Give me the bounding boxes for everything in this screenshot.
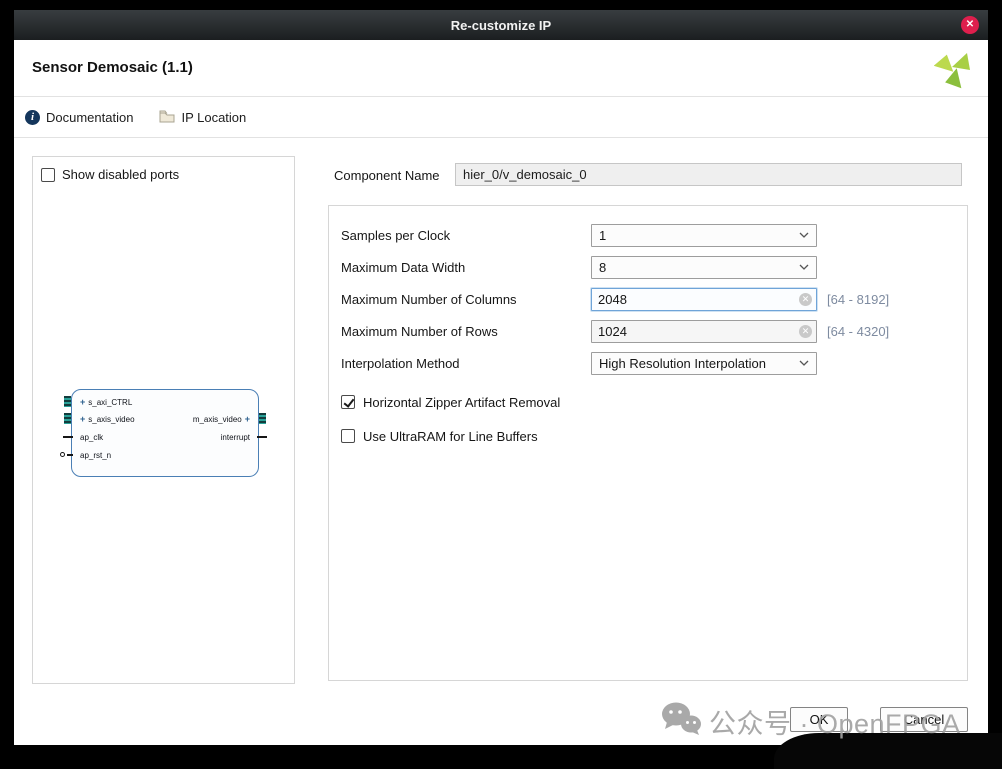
chevron-down-icon: [799, 264, 809, 270]
port-ap-rst-n[interactable]: ap_rst_n: [80, 449, 111, 461]
toolbar: i Documentation IP Location: [14, 97, 988, 138]
expand-plus-icon[interactable]: +: [80, 414, 85, 424]
component-name-label: Component Name: [334, 168, 440, 183]
zipper-removal-row: Horizontal Zipper Artifact Removal: [341, 391, 955, 413]
port-s-axi-ctrl[interactable]: + s_axi_CTRL: [80, 396, 132, 408]
port-ap-clk[interactable]: ap_clk: [80, 431, 103, 443]
interface-pin-icon: [64, 413, 71, 424]
max-rows-row: Maximum Number of Rows ✕ [64 - 4320]: [341, 315, 955, 347]
component-name-field[interactable]: hier_0/v_demosaic_0: [455, 163, 962, 186]
titlebar[interactable]: Re-customize IP ✕: [14, 10, 988, 40]
bottom-shadow: [774, 733, 1002, 769]
expand-plus-icon[interactable]: +: [245, 414, 250, 424]
port-interrupt[interactable]: interrupt: [221, 431, 250, 443]
ip-location-button[interactable]: IP Location: [159, 109, 246, 126]
port-label: s_axi_CTRL: [88, 398, 132, 407]
max-rows-input-wrap: ✕: [591, 320, 817, 343]
interpolation-row: Interpolation Method High Resolution Int…: [341, 347, 955, 379]
samples-per-clock-label: Samples per Clock: [341, 228, 591, 243]
settings-panel: Samples per Clock 1 Maximum Data Width 8…: [328, 205, 968, 681]
close-icon[interactable]: ✕: [961, 16, 979, 34]
max-data-width-row: Maximum Data Width 8: [341, 251, 955, 283]
max-columns-label: Maximum Number of Columns: [341, 292, 591, 307]
clear-icon[interactable]: ✕: [799, 293, 812, 306]
port-label: s_axis_video: [88, 415, 134, 424]
documentation-button[interactable]: i Documentation: [25, 110, 133, 125]
max-data-width-select[interactable]: 8: [591, 256, 817, 279]
ultraram-checkbox[interactable]: [341, 429, 355, 443]
max-rows-input[interactable]: [591, 320, 817, 343]
pin-icon: [257, 436, 267, 438]
active-low-dot-icon: [60, 452, 65, 457]
zipper-removal-checkbox[interactable]: [341, 395, 355, 409]
port-s-axis-video[interactable]: + s_axis_video: [80, 413, 135, 425]
pin-icon: [63, 436, 73, 438]
recustomize-ip-dialog: Re-customize IP ✕ Sensor Demosaic (1.1) …: [14, 10, 988, 745]
ultraram-row: Use UltraRAM for Line Buffers: [341, 425, 955, 447]
folder-icon: [159, 109, 175, 126]
cancel-button[interactable]: Cancel: [880, 707, 968, 732]
clear-icon[interactable]: ✕: [799, 325, 812, 338]
max-columns-row: Maximum Number of Columns ✕ [64 - 8192]: [341, 283, 955, 315]
samples-per-clock-row: Samples per Clock 1: [341, 219, 955, 251]
expand-plus-icon[interactable]: +: [80, 397, 85, 407]
ok-button[interactable]: OK: [790, 707, 848, 732]
window-title: Re-customize IP: [451, 18, 551, 33]
ip-block-diagram[interactable]: + s_axi_CTRL + s_axis_video ap_clk ap_rs…: [71, 389, 259, 477]
interface-pin-icon: [259, 413, 266, 424]
ip-title: Sensor Demosaic (1.1): [32, 59, 193, 76]
show-disabled-ports-checkbox[interactable]: [41, 168, 55, 182]
port-label: interrupt: [221, 433, 250, 442]
selected-value: 1: [599, 228, 606, 243]
port-m-axis-video[interactable]: m_axis_video +: [193, 413, 250, 425]
show-disabled-ports-row: Show disabled ports: [33, 157, 294, 182]
info-icon: i: [25, 110, 40, 125]
port-label: m_axis_video: [193, 415, 242, 424]
documentation-label: Documentation: [46, 110, 133, 125]
selected-value: 8: [599, 260, 606, 275]
max-rows-label: Maximum Number of Rows: [341, 324, 591, 339]
vendor-logo-icon: [934, 49, 972, 89]
interpolation-select[interactable]: High Resolution Interpolation: [591, 352, 817, 375]
max-rows-range: [64 - 4320]: [827, 324, 889, 339]
port-label: ap_clk: [80, 433, 103, 442]
ultraram-label: Use UltraRAM for Line Buffers: [363, 429, 538, 444]
pin-icon: [67, 454, 73, 456]
max-columns-input-wrap: ✕: [591, 288, 817, 311]
ip-location-label: IP Location: [181, 110, 246, 125]
port-label: ap_rst_n: [80, 451, 111, 460]
max-data-width-label: Maximum Data Width: [341, 260, 591, 275]
chevron-down-icon: [799, 360, 809, 366]
interpolation-label: Interpolation Method: [341, 356, 591, 371]
show-disabled-ports-label: Show disabled ports: [62, 167, 179, 182]
max-columns-input[interactable]: [591, 288, 817, 311]
max-columns-range: [64 - 8192]: [827, 292, 889, 307]
block-diagram-panel: Show disabled ports + s_axi_CTRL + s_axi…: [32, 156, 295, 684]
zipper-removal-label: Horizontal Zipper Artifact Removal: [363, 395, 560, 410]
chevron-down-icon: [799, 232, 809, 238]
samples-per-clock-select[interactable]: 1: [591, 224, 817, 247]
dialog-header: Sensor Demosaic (1.1): [14, 40, 988, 97]
interface-pin-icon: [64, 396, 71, 407]
selected-value: High Resolution Interpolation: [599, 356, 766, 371]
